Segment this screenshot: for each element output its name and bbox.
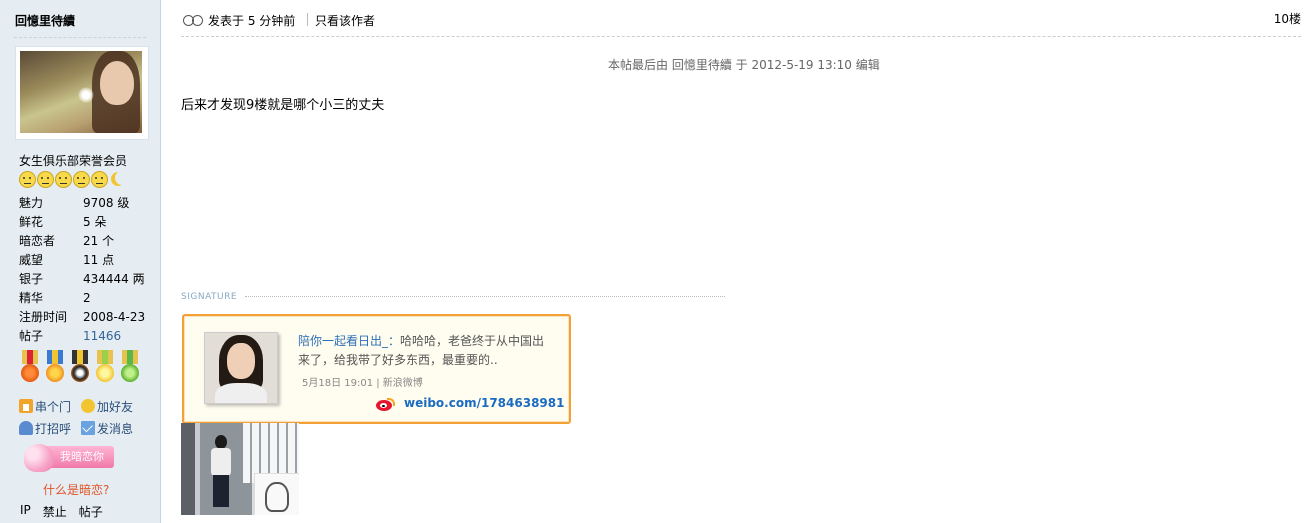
avatar[interactable] — [15, 46, 149, 140]
smiley-icon — [73, 171, 90, 188]
weibo-meta: 5月18日 19:01 | 新浪微博 — [302, 378, 423, 389]
stat-row: 银子 434444 两 — [19, 270, 145, 289]
post-count-link[interactable]: 11466 — [83, 327, 121, 346]
stat-label: 精华 — [19, 291, 44, 305]
stat-row: 帖子 11466 — [19, 327, 145, 346]
stat-label: 银子 — [19, 272, 44, 286]
user-group[interactable]: 女生俱乐部荣誉会员 — [19, 152, 127, 169]
stat-label: 暗恋者 — [19, 234, 56, 248]
stat-row: 暗恋者 21 个 — [19, 232, 145, 251]
floor-number[interactable]: 10楼 — [1274, 10, 1301, 27]
stat-row: 威望 11 点 — [19, 251, 145, 270]
post-time: 发表于 5 分钟前 — [208, 14, 296, 28]
weibo-text: 陪你一起看日出_：哈哈哈，老爸终于从中国出来了，给我带了好多东西，最重要的.. — [298, 332, 548, 370]
stat-row: 鲜花 5 朵 — [19, 213, 145, 232]
smiley-icon — [19, 171, 36, 188]
send-message-label: 发消息 — [97, 421, 134, 436]
divider — [307, 13, 308, 26]
stat-row: 魅力 9708 级 — [19, 194, 145, 213]
medal-icon[interactable] — [44, 350, 66, 384]
username[interactable]: 回憶里待續 — [15, 12, 75, 29]
greet-label: 打招呼 — [35, 421, 72, 436]
medal-icon[interactable] — [69, 350, 91, 384]
stat-label: 注册时间 — [19, 310, 68, 324]
rank-stars — [19, 171, 129, 189]
posts-link[interactable]: 帖子 — [79, 503, 103, 520]
online-icon — [183, 13, 205, 27]
add-friend-label: 加好友 — [97, 399, 134, 414]
user-sidebar: 回憶里待續 女生俱乐部荣誉会员 魅力 9708 级 鲜花 5 朵 暗恋者 21 … — [0, 0, 161, 523]
smiley-icon — [91, 171, 108, 188]
admin-links: IP 禁止 帖子 — [20, 503, 103, 520]
poke-icon — [19, 421, 33, 435]
home-icon — [19, 399, 33, 413]
medal-icon[interactable] — [94, 350, 116, 384]
smiley-icon — [55, 171, 72, 188]
signature-image — [181, 423, 299, 515]
stat-value: 2 — [83, 291, 91, 305]
user-stats: 魅力 9708 级 鲜花 5 朵 暗恋者 21 个 威望 11 点 银子 434… — [19, 194, 145, 346]
crush-help-link[interactable]: 什么是暗恋? — [43, 481, 109, 498]
stat-row: 精华 2 — [19, 289, 145, 308]
send-message-link[interactable]: 发消息 — [81, 419, 133, 437]
edit-note: 本帖最后由 回憶里待續 于 2012-5-19 13:10 编辑 — [608, 58, 880, 72]
post-content: 后来才发现9楼就是哪个小三的丈夫 — [181, 98, 385, 113]
stat-label: 帖子 — [19, 329, 44, 343]
stat-label: 魅力 — [19, 196, 44, 210]
ban-link[interactable]: 禁止 — [43, 503, 67, 520]
greet-link[interactable]: 打招呼 — [19, 419, 71, 437]
weibo-logo-icon — [376, 398, 395, 412]
stat-value: 21 个 — [83, 234, 115, 248]
moon-icon — [115, 171, 129, 185]
medals — [19, 350, 141, 384]
action-row: 串个门 加好友 — [19, 397, 133, 415]
action-row: 打招呼 发消息 — [19, 419, 133, 437]
weibo-colon: ： — [388, 334, 401, 348]
heart-icon — [24, 444, 54, 472]
envelope-icon — [81, 421, 96, 435]
visit-label: 串个门 — [35, 399, 72, 414]
crush-button[interactable]: 我暗恋你 — [24, 444, 116, 472]
medal-icon[interactable] — [119, 350, 141, 384]
stat-value: 5 朵 — [83, 215, 107, 229]
weibo-card[interactable]: 陪你一起看日出_：哈哈哈，老爸终于从中国出来了，给我带了好多东西，最重要的.. … — [182, 314, 571, 424]
post-header: 发表于 5 分钟前 只看该作者 10楼 — [181, 10, 1301, 37]
stat-row: 注册时间 2008-4-23 — [19, 308, 145, 327]
avatar-image — [20, 51, 142, 133]
weibo-url[interactable]: weibo.com/1784638981 — [404, 396, 564, 410]
smiley-icon — [37, 171, 54, 188]
signature-divider — [245, 296, 725, 297]
weibo-avatar — [204, 332, 278, 404]
weibo-user[interactable]: 陪你一起看日出_ — [298, 334, 388, 348]
sidebar-divider — [14, 37, 146, 38]
stat-value: 434444 两 — [83, 272, 145, 286]
visit-link[interactable]: 串个门 — [19, 397, 71, 415]
stat-label: 鲜花 — [19, 215, 44, 229]
stat-value: 2008-4-23 — [83, 310, 146, 324]
signature-label: SIGNATURE — [181, 292, 238, 302]
stat-label: 威望 — [19, 253, 44, 267]
stat-value: 11 点 — [83, 253, 115, 267]
ip-link[interactable]: IP — [20, 503, 31, 520]
only-author-link[interactable]: 只看该作者 — [315, 12, 375, 29]
handshake-icon — [81, 399, 96, 413]
stat-value: 9708 级 — [83, 196, 130, 210]
add-friend-link[interactable]: 加好友 — [81, 397, 133, 415]
medal-icon[interactable] — [19, 350, 41, 384]
